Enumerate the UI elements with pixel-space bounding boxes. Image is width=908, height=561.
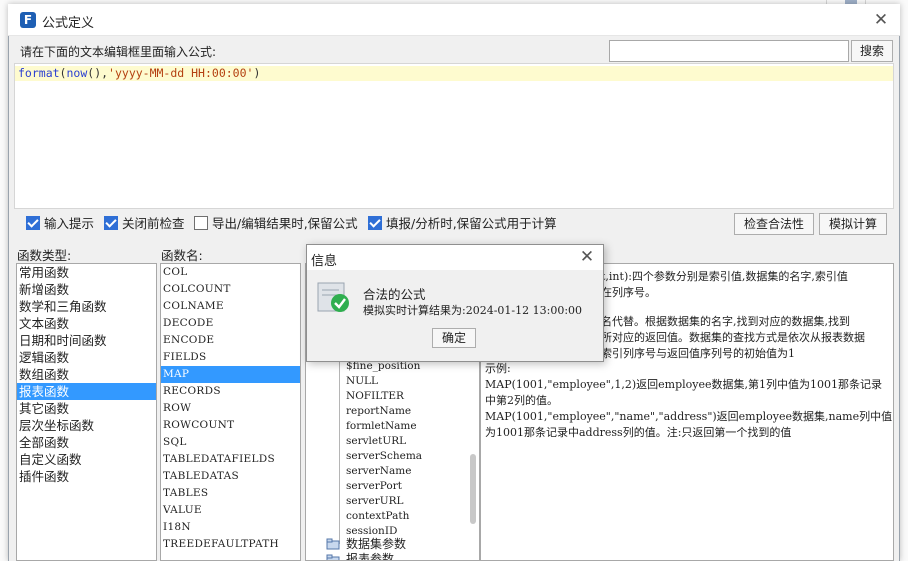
list-item-selected[interactable]: 报表函数 <box>17 383 156 400</box>
list-item[interactable]: TABLES <box>161 485 300 502</box>
list-item[interactable]: SQL <box>161 434 300 451</box>
list-item[interactable]: DECODE <box>161 315 300 332</box>
list-item[interactable]: 文本函数 <box>17 315 156 332</box>
desc-line: 为1001那条记录中address列的值。注:只返回第一个找到的值 <box>485 426 792 439</box>
close-icon[interactable]: ✕ <box>872 11 890 29</box>
formula-function: format <box>18 66 60 80</box>
list-item[interactable]: TABLEDATAFIELDS <box>161 451 300 468</box>
list-item[interactable]: 逻辑函数 <box>17 349 156 366</box>
simulate-button[interactable]: 模拟计算 <box>819 213 887 235</box>
tree-connector <box>339 358 340 544</box>
info-dialog-title: 信息 <box>311 254 338 269</box>
tree-item[interactable]: NOFILTER <box>346 389 404 404</box>
list-item[interactable]: RECORDS <box>161 383 300 400</box>
dialog-title: 公式定义 <box>42 16 95 31</box>
search-button[interactable]: 搜索 <box>851 40 893 62</box>
tree-item[interactable]: serverName <box>346 464 411 479</box>
tree-item[interactable]: formletName <box>346 419 417 434</box>
option-input-hint[interactable]: 输入提示 <box>26 215 94 233</box>
app-logo-icon: F <box>20 12 36 28</box>
success-icon <box>317 280 351 314</box>
search-input[interactable] <box>609 40 849 62</box>
checkbox-icon <box>104 216 118 230</box>
desc-line: 索引列序号与返回值序列号的初始值为1 <box>601 347 795 360</box>
tree-item[interactable]: serverPort <box>346 479 402 494</box>
desc-line: 中第2列的值。 <box>485 394 558 407</box>
list-item[interactable]: 自定义函数 <box>17 451 156 468</box>
checkbox-icon <box>368 216 382 230</box>
tree-group-dataset-params[interactable]: 数据集参数 <box>346 537 406 552</box>
desc-line: 示例: <box>485 362 511 375</box>
list-item[interactable]: 插件函数 <box>17 468 156 485</box>
formula-text[interactable]: format(now(),'yyyy-MM-dd HH:00:00') <box>18 66 260 81</box>
list-item[interactable]: I18N <box>161 519 300 536</box>
func-type-list[interactable]: 常用函数 新增函数 数学和三角函数 文本函数 日期和时间函数 逻辑函数 数组函数… <box>16 263 157 561</box>
list-item[interactable]: COL <box>161 264 300 281</box>
func-name-list[interactable]: COL COLCOUNT COLNAME DECODE ENCODE FIELD… <box>160 263 301 561</box>
editor-prompt-label: 请在下面的文本编辑框里面输入公式: <box>20 45 217 59</box>
desc-line: 在列序号。 <box>601 286 656 299</box>
list-item[interactable]: TREEDEFAULTPATH <box>161 536 300 553</box>
list-item[interactable]: ENCODE <box>161 332 300 349</box>
info-dialog-titlebar <box>307 245 603 270</box>
list-item[interactable]: 数组函数 <box>17 366 156 383</box>
close-icon[interactable]: ✕ <box>578 248 596 266</box>
list-item[interactable]: 全部函数 <box>17 434 156 451</box>
desc-line: 所对应的返回值。数据集的查找方式是依次从报表数据 <box>601 331 865 344</box>
option-keep-formula-export[interactable]: 导出/编辑结果时,保留公式 <box>194 215 358 233</box>
info-message: 合法的公式 <box>363 287 426 302</box>
list-item[interactable]: 新增函数 <box>17 281 156 298</box>
tree-item[interactable]: contextPath <box>346 509 409 524</box>
formula-editor[interactable] <box>14 63 894 209</box>
tree-group-report-params[interactable]: 报表参数 <box>346 552 394 560</box>
formula-inner-function: now <box>66 66 88 80</box>
desc-line: t,int):四个参数分别是索引值,数据集的名字,索引值 <box>601 270 848 283</box>
func-type-header: 函数类型: <box>17 248 72 263</box>
func-name-header: 函数名: <box>161 248 203 263</box>
formula-argument: 'yyyy-MM-dd HH:00:00' <box>108 66 254 80</box>
checkbox-icon <box>26 216 40 230</box>
check-validity-button[interactable]: 检查合法性 <box>734 213 814 235</box>
list-item[interactable]: 其它函数 <box>17 400 156 417</box>
desc-line: MAP(1001,"employee",1,2)返回employee数据集,第1… <box>485 378 882 391</box>
desc-line: 名代替。根据数据集的名字,找到对应的数据集,找到 <box>601 315 850 328</box>
list-item[interactable]: ROWCOUNT <box>161 417 300 434</box>
list-item[interactable]: 层次坐标函数 <box>17 417 156 434</box>
list-item-selected[interactable]: MAP <box>161 366 300 383</box>
tree-item[interactable]: servletURL <box>346 434 406 449</box>
list-item[interactable]: COLNAME <box>161 298 300 315</box>
list-item[interactable]: 常用函数 <box>17 264 156 281</box>
ok-button[interactable]: 确定 <box>432 328 476 348</box>
option-check-before-close[interactable]: 关闭前检查 <box>104 215 185 233</box>
folder-icon <box>326 554 340 560</box>
tree-item[interactable]: NULL <box>346 374 378 389</box>
info-result: 模拟实时计算结果为:2024-01-12 13:00:00 <box>363 304 583 317</box>
title-bar <box>8 4 900 36</box>
tree-item[interactable]: serverURL <box>346 494 404 509</box>
list-item[interactable]: COLCOUNT <box>161 281 300 298</box>
list-item[interactable]: 数学和三角函数 <box>17 298 156 315</box>
list-item[interactable]: ROW <box>161 400 300 417</box>
list-item[interactable]: 日期和时间函数 <box>17 332 156 349</box>
option-keep-formula-fill[interactable]: 填报/分析时,保留公式用于计算 <box>368 215 557 233</box>
tree-item[interactable]: serverSchema <box>346 449 422 464</box>
folder-icon <box>326 538 340 550</box>
tree-scrollbar[interactable] <box>470 454 476 524</box>
list-item[interactable]: FIELDS <box>161 349 300 366</box>
list-item[interactable]: VALUE <box>161 502 300 519</box>
desc-line: MAP(1001,"employee","name","address")返回e… <box>485 410 893 423</box>
list-item[interactable]: TABLEDATAS <box>161 468 300 485</box>
checkbox-icon <box>194 216 208 230</box>
tree-item[interactable]: reportName <box>346 404 411 419</box>
